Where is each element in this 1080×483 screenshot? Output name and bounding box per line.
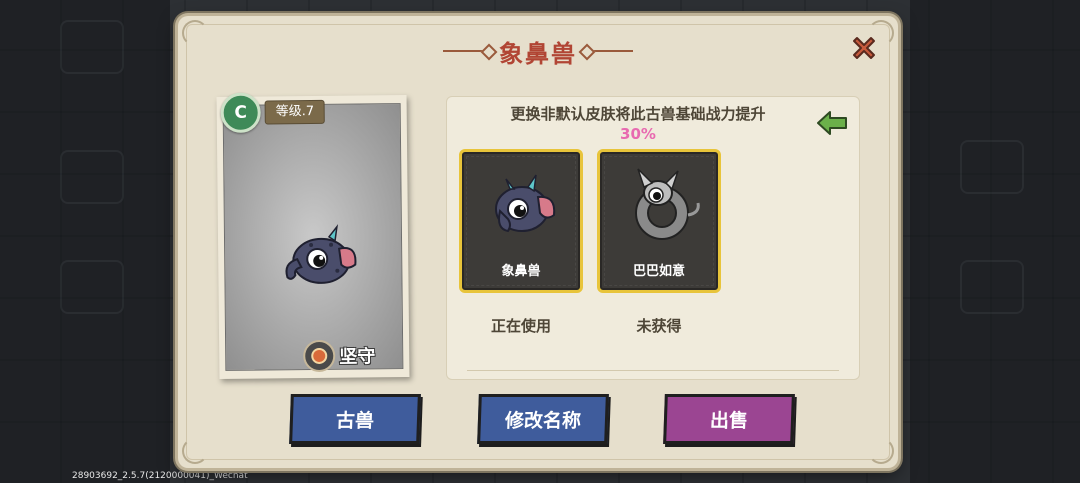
skin-panel: 更换非默认皮肤将此古兽基础战力提升 30% 象鼻兽 正在使用 巴巴如意 未获得 [446, 96, 860, 380]
sell-button[interactable]: 出售 [663, 394, 795, 444]
elephant-beast-skin-icon [495, 174, 556, 233]
background-right-menu [910, 0, 1080, 483]
close-button[interactable] [848, 32, 880, 64]
dialog-title: 象鼻兽 [499, 39, 577, 68]
beast-button[interactable]: 古兽 [289, 394, 421, 444]
version-text: 28903692_2.5.7(2120000041)_Wechat [72, 471, 248, 481]
pet-card: C 等级.7 坚守 [216, 92, 410, 379]
dialog-header: 象鼻兽 [178, 34, 898, 68]
pet-card-portrait [222, 103, 404, 371]
background-icon [60, 20, 124, 74]
skin-status: 正在使用 [490, 317, 551, 335]
trait-label: 坚守 [339, 346, 376, 368]
grade-badge: C [220, 92, 261, 133]
skin-status: 未获得 [636, 317, 682, 335]
elephant-beast-icon [285, 224, 357, 284]
background-icon [960, 260, 1024, 314]
skin-name: 巴巴如意 [632, 264, 685, 279]
skin-slot-locked[interactable]: 巴巴如意 [597, 149, 721, 293]
title-ornament [587, 50, 633, 52]
background-icon [960, 140, 1024, 194]
background-icon [60, 260, 124, 314]
rename-button[interactable]: 修改名称 [477, 394, 609, 444]
trait-badge[interactable]: 坚守 [303, 339, 376, 373]
corner-ornament [182, 438, 208, 464]
title-ornament [443, 50, 489, 52]
shield-trait-icon [303, 339, 336, 373]
skin-bonus-percent: 30% [620, 125, 656, 143]
corner-ornament [868, 438, 894, 464]
close-icon [853, 37, 875, 59]
back-arrow-icon[interactable] [815, 109, 849, 137]
skin-name: 象鼻兽 [501, 264, 541, 279]
skin-bonus-description: 更换非默认皮肤将此古兽基础战力提升 [510, 105, 766, 123]
ruyi-beast-skin-icon [635, 168, 700, 240]
panel-divider [467, 370, 839, 371]
pet-detail-dialog: 象鼻兽 C 等级.7 坚守 更换非默认皮肤将此古兽基础战力提升 30% 象鼻兽 … [178, 16, 898, 468]
background-icon [60, 150, 124, 204]
skin-slot-default[interactable]: 象鼻兽 [459, 149, 583, 293]
level-tag: 等级.7 [264, 99, 326, 125]
